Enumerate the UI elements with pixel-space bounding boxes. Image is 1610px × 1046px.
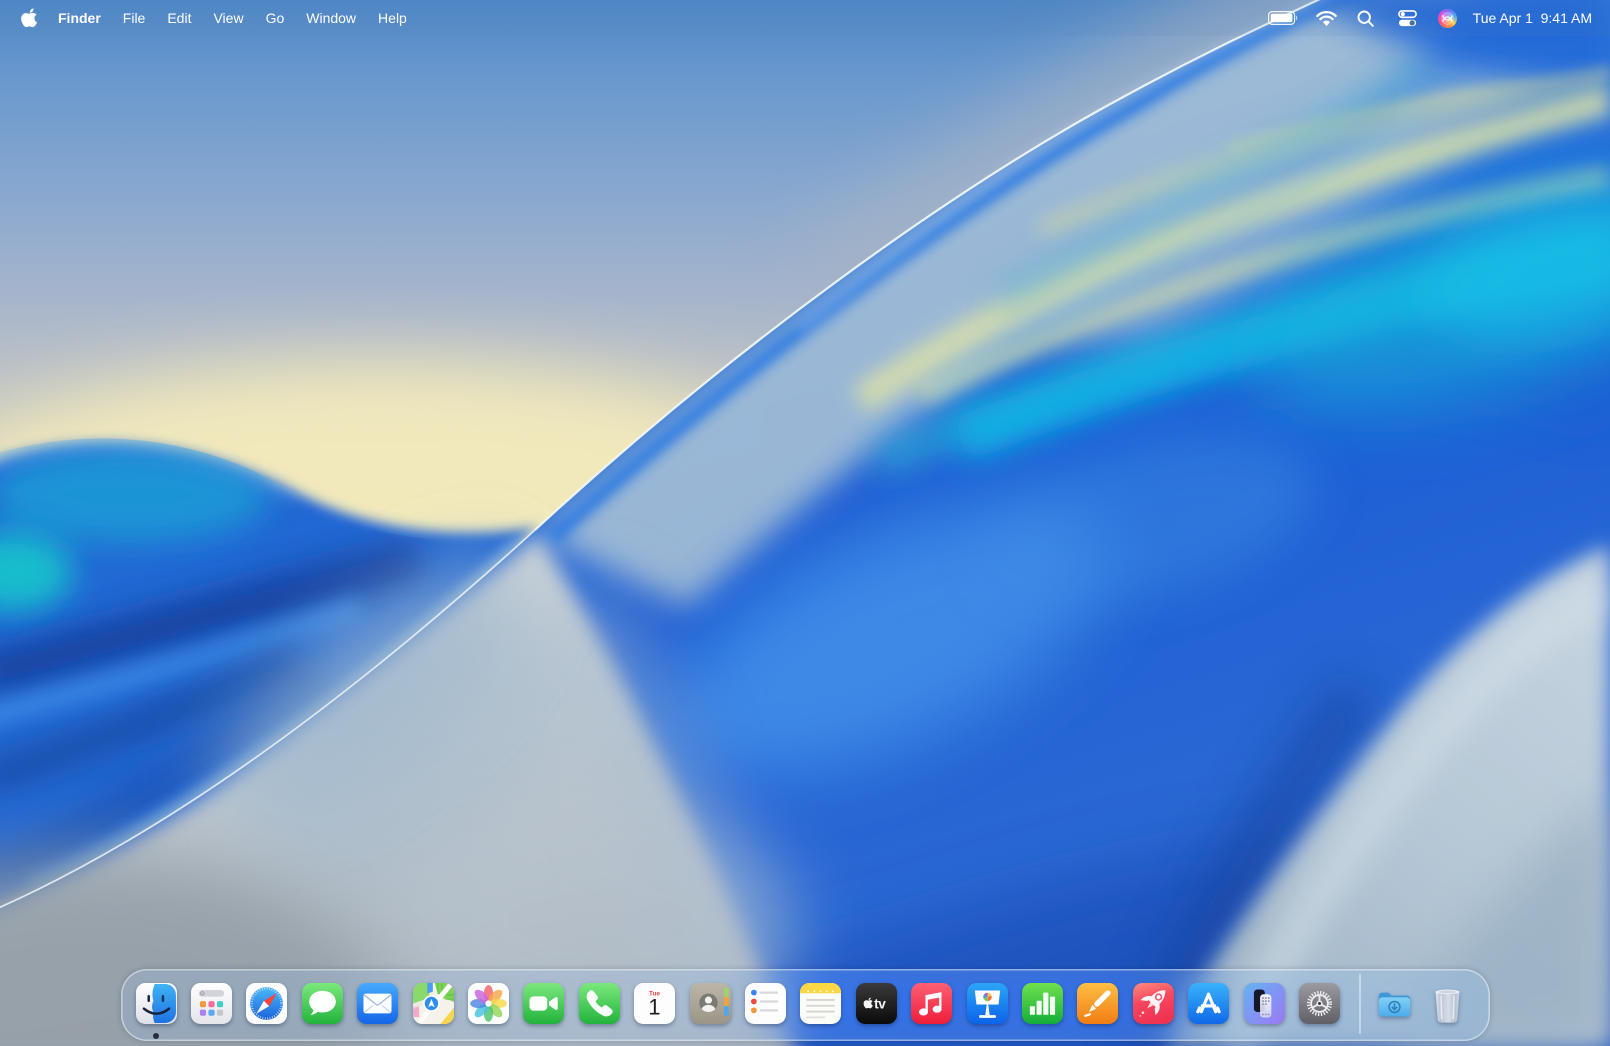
svg-text:1: 1 (649, 994, 661, 1019)
svg-text:tv: tv (874, 997, 886, 1012)
